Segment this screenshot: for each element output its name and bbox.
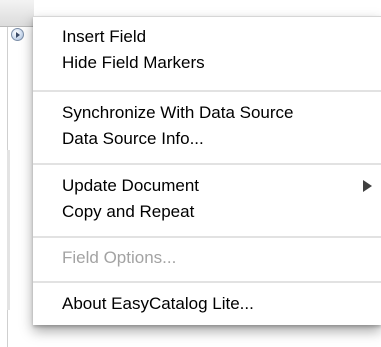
- menu-separator: [33, 281, 381, 283]
- menu-separator: [33, 236, 381, 238]
- menu-item-synchronize-with-data-source[interactable]: Synchronize With Data Source: [62, 102, 294, 124]
- menu-item-label: Field Options...: [62, 248, 177, 267]
- menu-item-field-options: Field Options...: [62, 247, 176, 269]
- palette-flyout-icon[interactable]: [11, 28, 24, 41]
- menu-item-label: Update Document: [62, 176, 200, 195]
- menu-item-about-easycatalog-lite[interactable]: About EasyCatalog Lite...: [62, 293, 254, 315]
- menu-item-label: Copy and Repeat: [62, 202, 195, 221]
- palette-scrollbar[interactable]: [7, 150, 10, 310]
- menu-item-data-source-info[interactable]: Data Source Info...: [62, 128, 204, 150]
- palette-header: [0, 0, 34, 27]
- palette-edge: [0, 0, 34, 347]
- menu-item-label: Insert Field: [62, 27, 147, 46]
- menu-separator: [33, 90, 381, 92]
- menu-item-insert-field[interactable]: Insert Field: [62, 26, 146, 48]
- menu-item-update-document[interactable]: Update Document: [62, 175, 372, 197]
- menu-item-hide-field-markers[interactable]: Hide Field Markers: [62, 52, 205, 74]
- menu-separator: [33, 163, 381, 165]
- menu-item-copy-and-repeat[interactable]: Copy and Repeat: [62, 201, 194, 223]
- context-menu: Insert Field Hide Field Markers Synchron…: [33, 16, 381, 325]
- menu-item-label: Hide Field Markers: [62, 53, 205, 72]
- menu-item-label: Data Source Info...: [62, 129, 204, 148]
- submenu-arrow-icon: [363, 180, 372, 192]
- menu-item-label: Synchronize With Data Source: [62, 103, 294, 122]
- menu-item-label: About EasyCatalog Lite...: [62, 294, 254, 313]
